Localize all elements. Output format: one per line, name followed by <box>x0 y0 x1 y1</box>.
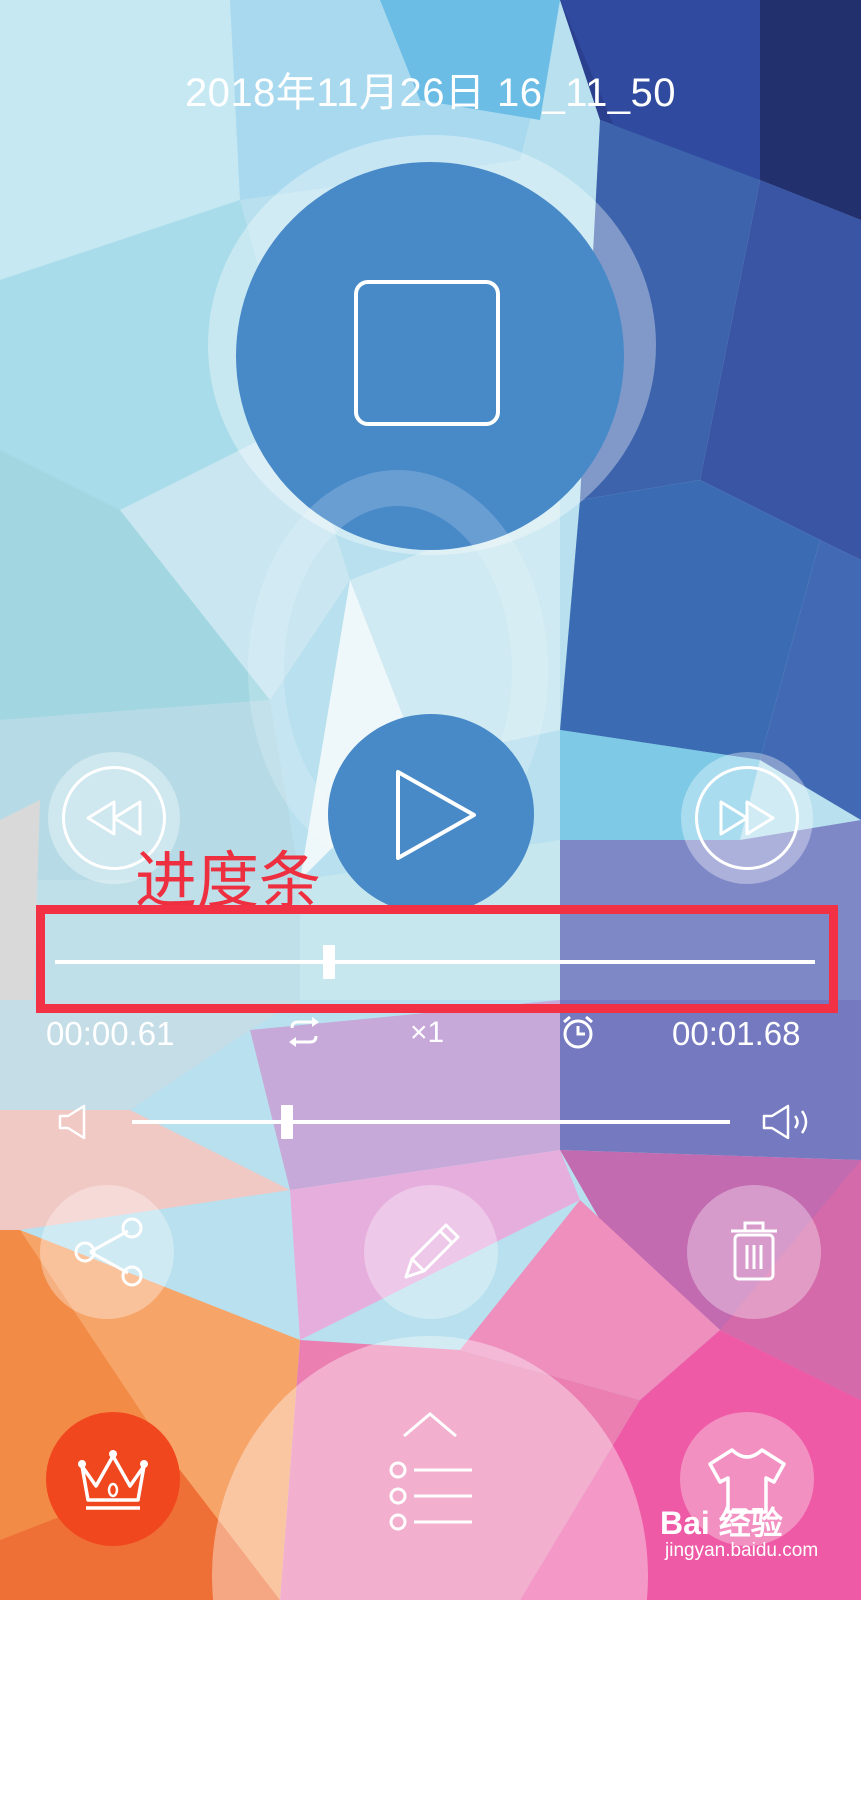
play-icon <box>396 770 476 860</box>
share-icon <box>74 1217 143 1287</box>
progress-slider[interactable] <box>55 942 815 982</box>
timer-button[interactable] <box>558 1012 598 1057</box>
loop-button[interactable] <box>284 1012 324 1057</box>
progress-track <box>55 960 815 964</box>
vip-button[interactable] <box>46 1412 180 1546</box>
speed-button[interactable]: ×1 <box>410 1016 444 1050</box>
watermark-url: jingyan.baidu.com <box>665 1540 819 1561</box>
trash-icon <box>731 1221 777 1281</box>
menu-toggle-button[interactable] <box>380 1400 480 1545</box>
recording-title: 2018年11月26日 16_11_50 <box>184 71 677 115</box>
volume-thumb[interactable] <box>281 1105 294 1139</box>
volume-slider[interactable] <box>132 1102 730 1142</box>
fast-forward-icon <box>719 800 775 836</box>
volume-track <box>132 1120 730 1124</box>
volume-max-button[interactable] <box>760 1102 816 1147</box>
pencil-icon <box>404 1223 460 1279</box>
progress-thumb[interactable] <box>322 945 335 979</box>
delete-button[interactable] <box>687 1185 821 1319</box>
current-time: 00:00.61 <box>46 1015 175 1052</box>
alarm-clock-icon <box>563 1015 593 1049</box>
total-time: 00:01.68 <box>672 1015 801 1052</box>
volume-mute-button[interactable] <box>56 1102 92 1147</box>
crown-icon <box>78 1450 148 1510</box>
edit-button[interactable] <box>364 1185 498 1319</box>
fast-forward-button[interactable] <box>681 752 813 884</box>
speaker-low-icon <box>58 1104 86 1140</box>
speaker-high-icon <box>762 1104 808 1140</box>
play-button[interactable] <box>328 714 534 914</box>
stop-icon <box>354 280 500 426</box>
watermark-logo: Bai 经验 <box>660 1505 783 1541</box>
share-button[interactable] <box>40 1185 174 1319</box>
list-icon <box>389 1412 472 1531</box>
repeat-icon <box>289 1017 319 1047</box>
